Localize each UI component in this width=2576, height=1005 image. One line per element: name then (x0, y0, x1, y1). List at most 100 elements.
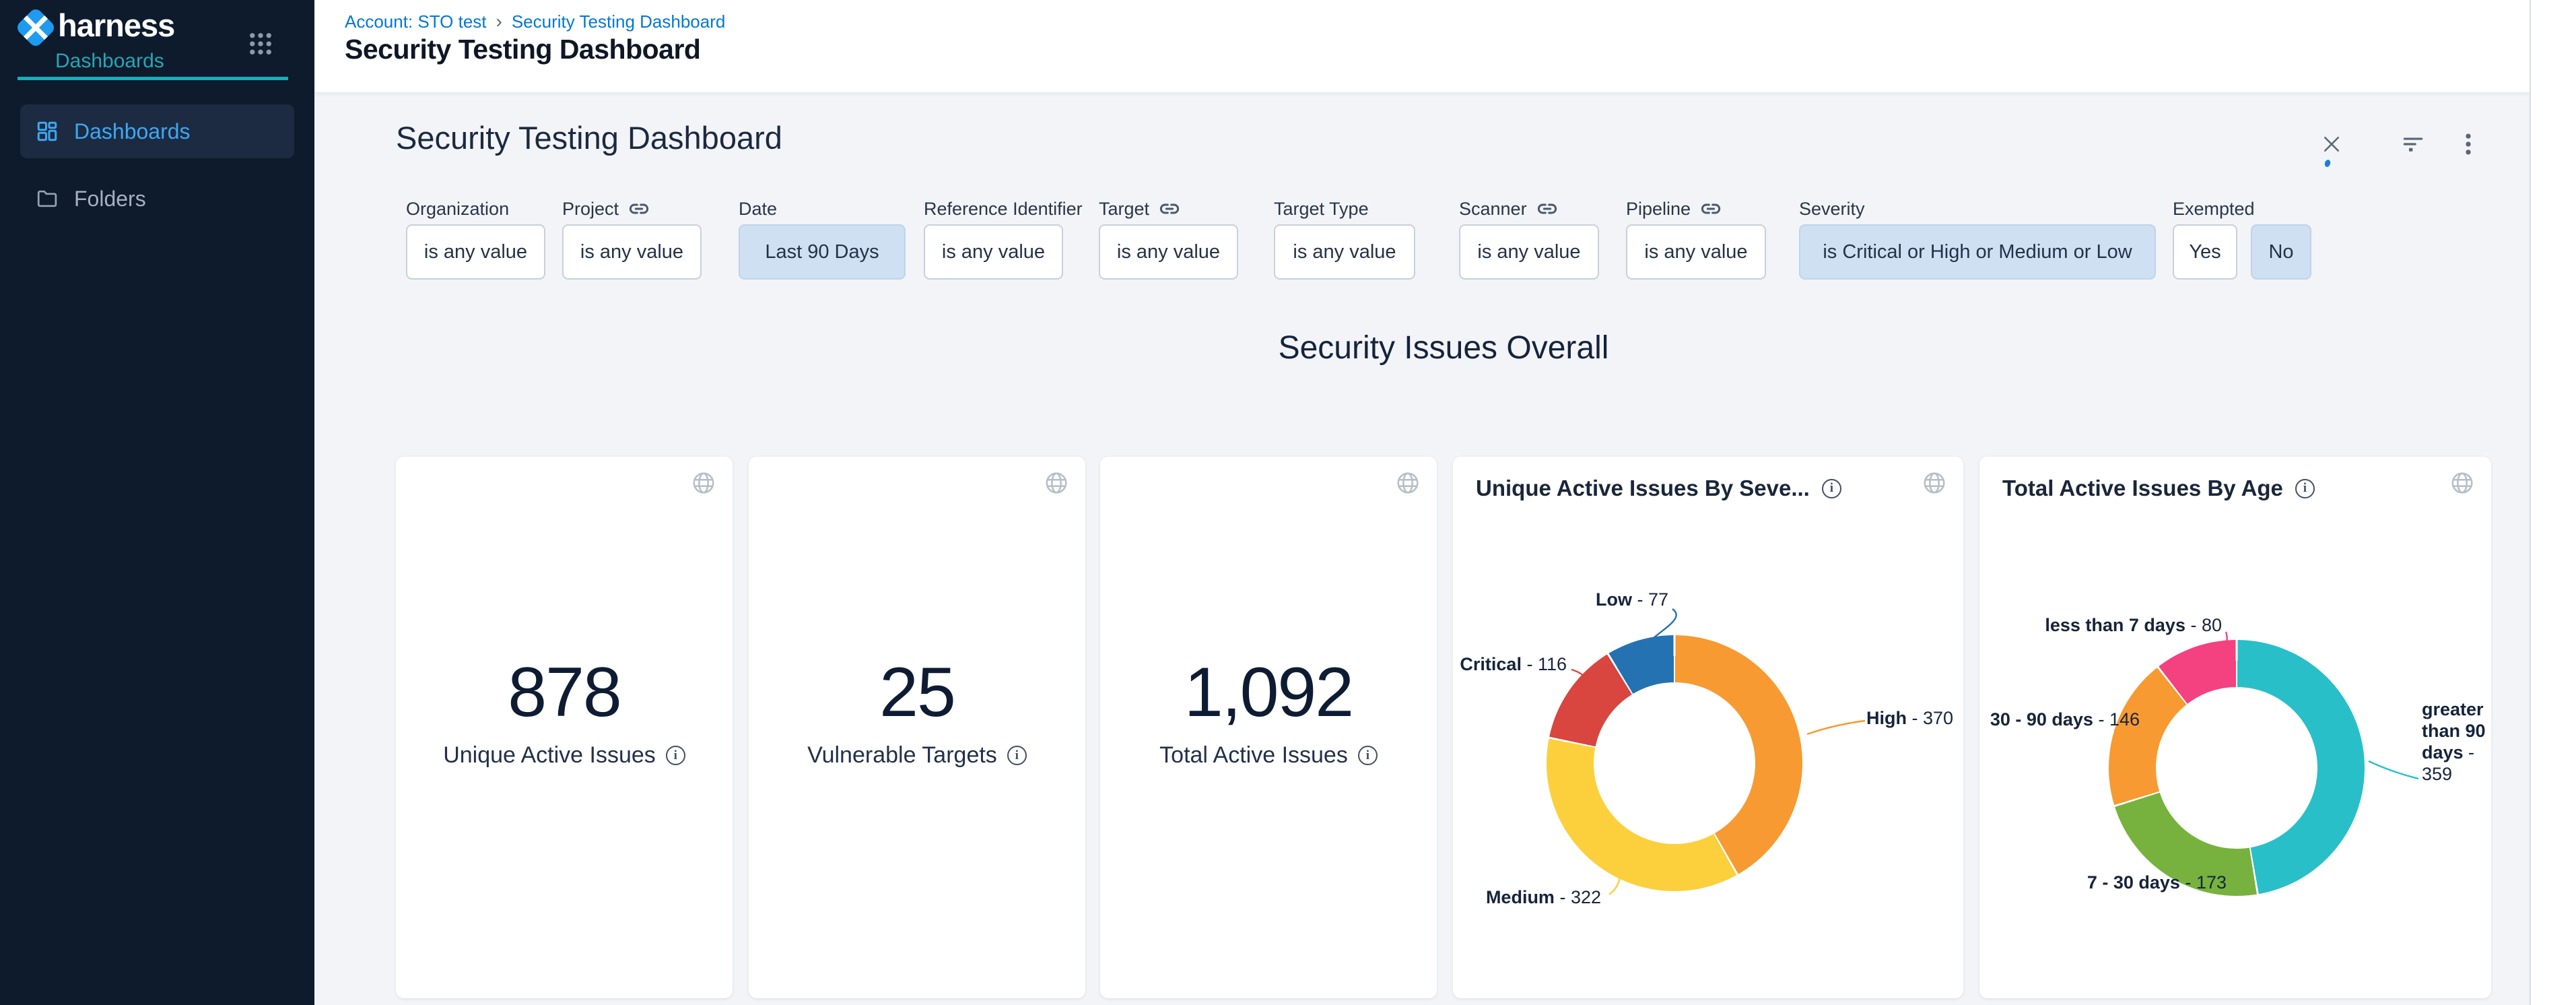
donut-hole (2156, 687, 2317, 849)
callout-category: High (1866, 708, 1907, 728)
filter-label-target: Target (1099, 197, 1180, 220)
filter-label-pipeline: Pipeline (1626, 197, 1722, 220)
filter-label-text: Target (1099, 199, 1149, 220)
callout-value: - 80 (2185, 615, 2222, 635)
globe-icon[interactable] (1395, 470, 1421, 496)
breadcrumb-chevron-icon: › (496, 11, 502, 32)
kebab-menu-icon[interactable] (2454, 130, 2482, 158)
apps-grid-icon[interactable] (246, 30, 275, 58)
link-icon (1700, 201, 1722, 217)
callout-value: - 322 (1555, 887, 1601, 907)
globe-icon[interactable] (1044, 470, 1069, 496)
filter-icon[interactable] (2399, 130, 2427, 158)
filter-label-text: Target Type (1274, 199, 1369, 220)
filter-chip-organization[interactable]: is any value (406, 224, 545, 280)
chart-callout-medium: Medium - 322 (1486, 886, 1601, 908)
cursor-dot (2324, 159, 2331, 168)
filter-label-scanner: Scanner (1459, 197, 1558, 220)
link-icon (1536, 201, 1558, 217)
info-icon[interactable]: i (1358, 746, 1378, 765)
sidebar-item-folders[interactable]: Folders (20, 172, 294, 226)
link-icon (1159, 201, 1180, 217)
filter-label-project: Project (562, 197, 650, 220)
globe-icon[interactable] (691, 470, 716, 496)
stat-label-text: Vulnerable Targets (807, 742, 997, 769)
globe-icon[interactable] (1922, 470, 1947, 496)
callout-category: greater than 90 days (2422, 699, 2486, 763)
chart-callout-low: Low - 77 (1596, 589, 1668, 610)
filter-label-exempted: Exempted (2173, 197, 2255, 220)
chart-title-text: Unique Active Issues By Seve... (1476, 476, 1810, 501)
chart-card-total-active-issues-by-age: Total Active Issues By Age i greater than … (1979, 457, 2491, 998)
sidebar-item-dashboards[interactable]: Dashboards (20, 104, 294, 158)
donut-hole (1594, 682, 1755, 844)
stat-card-total-active-issues: 1,092 Total Active Issuesi (1100, 457, 1437, 998)
stat-label: Total Active Issuesi (1100, 742, 1437, 769)
info-icon[interactable]: i (666, 746, 685, 765)
filter-label-text: Severity (1799, 199, 1865, 220)
exempted-no-toggle[interactable]: No (2251, 224, 2311, 280)
callout-category: Critical (1460, 654, 1522, 674)
callout-category: Medium (1486, 887, 1555, 907)
callout-value: - 173 (2180, 872, 2227, 893)
chart-card-unique-active-issues-by-seve: Unique Active Issues By Seve... i High - 3… (1453, 457, 1963, 998)
stat-card-unique-active-issues: 878 Unique Active Issues i (396, 457, 733, 998)
callout-category: 30 - 90 days (1990, 709, 2093, 730)
chart-title-text: Total Active Issues By Age (2002, 476, 2283, 501)
dashboard-content: Security Testing Dashboard Organization i… (314, 92, 2530, 1005)
filter-chip-target[interactable]: is any value (1099, 224, 1238, 280)
stat-card-vulnerable-targets: 25 Vulnerable Targets i (749, 457, 1085, 998)
filter-label-text: Scanner (1459, 199, 1527, 220)
stat-label-text: Unique Active Issues (443, 742, 656, 769)
filter-label-text: Reference Identifier (924, 199, 1083, 220)
breadcrumb: Account: STO test › Security Testing Das… (345, 11, 725, 32)
filter-chip-scanner[interactable]: is any value (1459, 224, 1599, 280)
close-icon[interactable] (2317, 130, 2346, 158)
chart-callout-critical: Critical - 116 (1460, 653, 1567, 675)
callout-category: Low (1596, 589, 1632, 610)
breadcrumb-page-link[interactable]: Security Testing Dashboard (512, 11, 725, 32)
globe-icon[interactable] (2449, 470, 2475, 496)
exempted-yes-toggle[interactable]: Yes (2173, 224, 2237, 280)
link-icon (628, 201, 650, 217)
filter-chip-project[interactable]: is any value (562, 224, 702, 280)
filter-chip-pipeline[interactable]: is any value (1626, 224, 1766, 280)
stat-label: Vulnerable Targets i (749, 742, 1085, 769)
module-underline (18, 77, 288, 80)
scrollbar-track[interactable] (2530, 0, 2576, 1005)
chart-callout-7-30-days: 7 - 30 days - 173 (2087, 872, 2227, 893)
filter-label-reference-identifier: Reference Identifier (924, 197, 1083, 220)
breadcrumb-account-link[interactable]: Account: STO test (345, 11, 487, 32)
filter-chip-date[interactable]: Last 90 Days (739, 224, 906, 280)
info-icon[interactable]: i (1007, 746, 1027, 765)
filter-chip-target-type[interactable]: is any value (1274, 224, 1415, 280)
callout-value: - 77 (1632, 589, 1668, 610)
stat-value: 1,092 (1100, 657, 1437, 727)
folders-icon (35, 187, 59, 211)
filter-label-text: Project (562, 199, 619, 220)
filter-label-text: Date (739, 199, 777, 220)
harness-logo-icon (16, 8, 55, 47)
callout-value: - 116 (1522, 654, 1567, 674)
callout-category: less than 7 days (2045, 615, 2185, 635)
stat-value: 25 (749, 657, 1085, 727)
donut-chart-total-active-issues-by-age[interactable] (2109, 640, 2365, 896)
module-label: Dashboards (55, 50, 164, 73)
donut-chart-unique-active-issues-by-seve[interactable] (1547, 635, 1802, 891)
chart-callout-greater-than-90-days: greater than 90 days - 359 (2422, 699, 2489, 785)
sidebar: harness Dashboards DashboardsFolders (0, 0, 314, 1005)
filter-chip-reference-identifier[interactable]: is any value (924, 224, 1063, 280)
filter-label-organization: Organization (406, 197, 509, 220)
filter-label-text: Organization (406, 199, 509, 220)
sidebar-item-label: Dashboards (74, 119, 191, 144)
stat-value: 878 (396, 657, 733, 727)
filter-chip-severity[interactable]: is Critical or High or Medium or Low (1799, 224, 2156, 280)
dashboard-title: Security Testing Dashboard (396, 119, 782, 156)
filter-label-target-type: Target Type (1274, 197, 1369, 220)
filter-label-date: Date (739, 197, 777, 220)
filter-label-severity: Severity (1799, 197, 1865, 220)
chart-callout-less-than-7-days: less than 7 days - 80 (2045, 614, 2222, 636)
sidebar-item-label: Folders (74, 187, 146, 212)
info-icon[interactable]: i (1822, 479, 1841, 498)
info-icon[interactable]: i (2295, 479, 2315, 498)
